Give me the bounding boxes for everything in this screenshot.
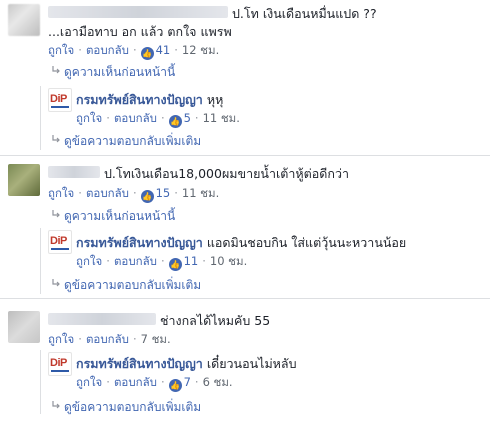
like-link[interactable]: ถูกใจ	[76, 254, 102, 268]
thumbs-up-icon[interactable]: 👍	[168, 379, 182, 392]
commenter-avatar[interactable]	[8, 311, 40, 343]
reply-link[interactable]: ตอบกลับ	[114, 254, 157, 268]
comment-text: ช่างกลได้ไหมคับ 55	[160, 313, 271, 328]
reply-arrow-icon	[52, 279, 60, 287]
commenter-avatar[interactable]	[8, 164, 40, 196]
more-replies-link[interactable]: ดูข้อความตอบกลับเพิ่มเติม	[64, 398, 201, 417]
like-count[interactable]: 15	[156, 186, 171, 200]
comment-text-line2: ...เอามือทาบ อก แล้ว ตกใจ แพรพ	[48, 24, 232, 39]
like-count[interactable]: 11	[184, 254, 199, 268]
reply-link[interactable]: ตอบกลับ	[86, 43, 129, 57]
thumbs-up-icon[interactable]: 👍	[140, 190, 154, 203]
timestamp[interactable]: 10 ชม.	[210, 254, 247, 268]
like-link[interactable]: ถูกใจ	[76, 375, 102, 389]
reply-text: กรมทรัพย์สินทางปัญญา แอดมินชอบกิน ใส่แต่…	[76, 233, 406, 253]
thumbs-up-icon[interactable]: 👍	[168, 115, 182, 128]
thumbs-up-icon[interactable]: 👍	[168, 258, 182, 271]
commenter-name-redacted[interactable]	[48, 6, 228, 18]
reply-body: เดี๋ยวนอนไม่หลับ	[206, 356, 297, 371]
more-replies-link[interactable]: ดูข้อความตอบกลับเพิ่มเติม	[64, 132, 201, 151]
reply-actions: ถูกใจ · ตอบกลับ · 👍 11 · 10 ชม.	[76, 254, 248, 271]
reply-thread-line	[40, 86, 41, 150]
reply-arrow-icon	[52, 66, 60, 74]
reply-link[interactable]: ตอบกลับ	[114, 375, 157, 389]
commenter-avatar[interactable]	[8, 4, 40, 36]
like-link[interactable]: ถูกใจ	[48, 43, 74, 57]
timestamp[interactable]: 6 ชม.	[203, 375, 233, 389]
reply-thread-line	[40, 228, 41, 294]
commenter-name-redacted[interactable]	[48, 166, 100, 178]
dip-page-logo[interactable]: DiP	[48, 230, 72, 254]
reply-actions: ถูกใจ · ตอบกลับ · 👍 7 · 6 ชม.	[76, 375, 233, 392]
timestamp[interactable]: 12 ชม.	[182, 43, 219, 57]
page-name-link[interactable]: กรมทรัพย์สินทางปัญญา	[76, 92, 203, 107]
reply-body: หุหุ	[206, 92, 224, 107]
like-link[interactable]: ถูกใจ	[76, 111, 102, 125]
page-name-link[interactable]: กรมทรัพย์สินทางปัญญา	[76, 356, 203, 371]
reply-text: กรมทรัพย์สินทางปัญญา หุหุ	[76, 90, 223, 110]
reply-arrow-icon	[52, 401, 60, 409]
comment-text: ป.โท เงินเดือนหมื่นแปด ??	[232, 6, 377, 21]
view-previous-comments-link[interactable]: ดูความเห็นก่อนหน้านี้	[64, 207, 175, 226]
thread-separator	[0, 298, 490, 299]
thumbs-up-icon[interactable]: 👍	[140, 47, 154, 60]
timestamp[interactable]: 11 ชม.	[182, 186, 219, 200]
dip-page-logo[interactable]: DiP	[48, 88, 72, 112]
like-count[interactable]: 41	[156, 43, 171, 57]
like-count[interactable]: 7	[184, 375, 191, 389]
reply-actions: ถูกใจ · ตอบกลับ · 👍 5 · 11 ชม.	[76, 111, 240, 128]
comment-actions: ถูกใจ · ตอบกลับ · 👍 41 · 12 ชม.	[48, 43, 220, 60]
reply-arrow-icon	[52, 135, 60, 143]
dip-page-logo[interactable]: DiP	[48, 352, 72, 376]
comment-actions: ถูกใจ · ตอบกลับ · 7 ชม.	[48, 332, 171, 346]
reply-thread-line	[40, 350, 41, 414]
reply-link[interactable]: ตอบกลับ	[86, 332, 129, 346]
like-link[interactable]: ถูกใจ	[48, 332, 74, 346]
reply-link[interactable]: ตอบกลับ	[86, 186, 129, 200]
reply-text: กรมทรัพย์สินทางปัญญา เดี๋ยวนอนไม่หลับ	[76, 354, 297, 374]
like-count[interactable]: 5	[184, 111, 191, 125]
reply-body: แอดมินชอบกิน ใส่แต่วุ้นนะหวานน้อย	[206, 235, 407, 250]
reply-link[interactable]: ตอบกลับ	[114, 111, 157, 125]
timestamp[interactable]: 11 ชม.	[203, 111, 240, 125]
timestamp[interactable]: 7 ชม.	[141, 332, 171, 346]
view-previous-comments-link[interactable]: ดูความเห็นก่อนหน้านี้	[64, 63, 175, 82]
comment-actions: ถูกใจ · ตอบกลับ · 👍 15 · 11 ชม.	[48, 186, 220, 203]
page-name-link[interactable]: กรมทรัพย์สินทางปัญญา	[76, 235, 203, 250]
commenter-name-redacted[interactable]	[48, 313, 156, 325]
like-link[interactable]: ถูกใจ	[48, 186, 74, 200]
reply-arrow-icon	[52, 210, 60, 218]
more-replies-link[interactable]: ดูข้อความตอบกลับเพิ่มเติม	[64, 276, 201, 295]
thread-separator	[0, 155, 490, 156]
comment-text: ป.โทเงินเดือน18,000ผมขายน้ำเต้าหู้ต่อดีก…	[104, 166, 349, 181]
